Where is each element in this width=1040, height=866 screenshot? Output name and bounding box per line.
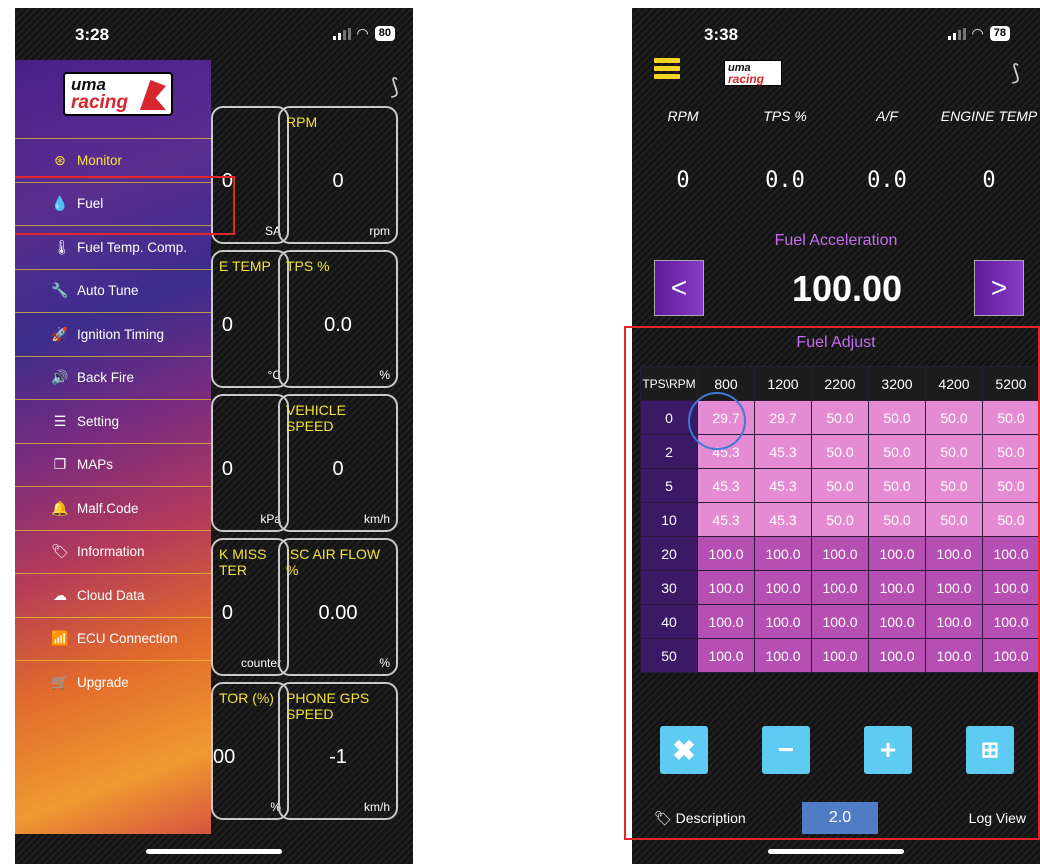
menu-item-auto-tune[interactable]: 🔧 Auto Tune bbox=[15, 268, 211, 313]
gauge-unit: rpm bbox=[369, 224, 390, 238]
readout-value-rpm: 0 bbox=[676, 168, 690, 193]
menu-item-maps[interactable]: ❐ MAPs bbox=[15, 442, 211, 487]
fuel-acceleration-title: Fuel Acceleration bbox=[774, 232, 898, 249]
gauge-value: 0 bbox=[221, 314, 233, 336]
readout-value-tps: 0.0 bbox=[765, 168, 805, 193]
gauge-title: K MISS TER bbox=[219, 546, 267, 578]
wifi-icon: 📶 bbox=[51, 630, 69, 647]
gauge-title: TPS % bbox=[286, 258, 330, 274]
gauge-value: 0.0 bbox=[324, 314, 352, 336]
menu-item-setting[interactable]: ☰ Setting bbox=[15, 399, 211, 443]
wrench-icon: 🔧 bbox=[51, 282, 69, 299]
cloud-download-icon: ☁ bbox=[53, 586, 67, 603]
menu-item-label: Fuel Temp. Comp. bbox=[77, 239, 188, 255]
gauge-title: PHONE GPS SPEED bbox=[286, 690, 370, 722]
gauge-tile[interactable]: VEHICLE SPEED 0 km/h bbox=[278, 394, 398, 532]
top-bar: uma racing ⟆ bbox=[632, 56, 1040, 100]
battery-indicator: 80 bbox=[374, 26, 395, 41]
gauge-unit: % bbox=[379, 368, 390, 382]
readout-label-af: A/F bbox=[876, 108, 898, 124]
tags-icon: 🏷 bbox=[51, 543, 69, 560]
gauge-title: TOR (%) bbox=[219, 690, 274, 706]
gauge-value: 0 bbox=[221, 458, 233, 480]
cart-icon: 🛒 bbox=[51, 673, 69, 690]
readout-labels: RPM TPS % A/F ENGINE TEMP bbox=[632, 108, 1040, 124]
status-bar: 3:28 ◠ 80 bbox=[15, 8, 413, 58]
menu-item-information[interactable]: 🏷 Information bbox=[15, 529, 211, 574]
speaker-icon: 🔊 bbox=[51, 369, 69, 386]
gauge-unit: km/h bbox=[363, 512, 390, 526]
rss-feed-icon[interactable]: ⟆ bbox=[390, 74, 399, 100]
menu-item-back-fire[interactable]: 🔊 Back Fire bbox=[15, 355, 211, 400]
gauge-title: E TEMP bbox=[219, 258, 271, 274]
menu-item-label: Auto Tune bbox=[77, 283, 139, 299]
menu-item-ignition-timing[interactable]: 🚀 Ignition Timing bbox=[15, 312, 211, 356]
copy-icon: ❐ bbox=[53, 456, 67, 473]
sliders-icon: ☰ bbox=[53, 412, 67, 429]
wifi-status-icon: ◠ bbox=[356, 25, 369, 41]
menu-list-icon[interactable] bbox=[654, 58, 680, 80]
readout-value-engine-temp: 0 bbox=[982, 168, 996, 193]
gauge-value: 0 bbox=[332, 458, 344, 480]
gauge-title: RPM bbox=[286, 114, 318, 130]
fuel-adjust-highlight-box bbox=[624, 326, 1040, 840]
gauge-title: ISC AIR FLOW % bbox=[286, 546, 381, 578]
menu-item-label: MAPs bbox=[77, 457, 114, 473]
gauge-tile[interactable]: RPM 0 rpm bbox=[278, 106, 398, 244]
cellular-signal-icon bbox=[332, 27, 351, 40]
uma-racing-logo: uma racing bbox=[724, 60, 782, 86]
uma-racing-logo: uma racing bbox=[63, 72, 173, 116]
left-phone-screen: 3:28 ◠ 80 ⟆ 0 SA RPM 0 rpm E TEMP 0 °C TPS % 0.0%… bbox=[15, 8, 413, 864]
gauge-unit: km/h bbox=[363, 800, 390, 814]
home-indicator[interactable] bbox=[146, 849, 282, 854]
wifi-status-icon: ◠ bbox=[971, 25, 984, 41]
fuel-acceleration-bar: < 100.00 > bbox=[654, 260, 1040, 318]
gauge-value: 0.00 bbox=[318, 602, 358, 624]
rocket-icon: 🚀 bbox=[51, 325, 69, 342]
readout-label-rpm: RPM bbox=[667, 108, 699, 124]
menu-item-label: Monitor bbox=[77, 152, 123, 168]
menu-item-cloud-data[interactable]: ☁ Cloud Data bbox=[15, 573, 211, 617]
gauge-tile[interactable]: TPS % 0.0% bbox=[278, 250, 398, 388]
rss-feed-icon[interactable]: ⟆ bbox=[1011, 60, 1020, 86]
next-button[interactable]: > bbox=[974, 260, 1024, 316]
gauge-unit: % bbox=[379, 656, 390, 670]
gauge-value: 0 bbox=[221, 602, 233, 624]
menu-item-upgrade[interactable]: 🛒 Upgrade bbox=[15, 660, 211, 704]
gauge-unit: counter bbox=[240, 656, 281, 670]
cellular-signal-icon bbox=[947, 27, 966, 40]
gauge-title: VEHICLE SPEED bbox=[286, 402, 346, 434]
home-indicator[interactable] bbox=[768, 849, 904, 854]
menu-item-label: Cloud Data bbox=[77, 587, 145, 603]
gauge-value: -1 bbox=[329, 746, 347, 768]
bell-icon: 🔔 bbox=[51, 499, 69, 516]
readout-label-tps: TPS % bbox=[763, 108, 807, 124]
readout-label-engine-temp: ENGINE TEMP bbox=[940, 108, 1038, 124]
menu-item-label: Back Fire bbox=[77, 370, 135, 386]
gauge-tile[interactable]: ISC AIR FLOW % 0.00% bbox=[278, 538, 398, 676]
menu-item-label: Setting bbox=[77, 413, 120, 429]
menu-item-label: Information bbox=[77, 544, 145, 560]
fuel-highlight-box bbox=[15, 176, 235, 235]
menu-item-label: Ignition Timing bbox=[77, 326, 165, 342]
steering-wheel-icon: ⊛ bbox=[54, 151, 66, 168]
menu-item-malf-code[interactable]: 🔔 Malf.Code bbox=[15, 486, 211, 530]
status-time: 3:28 bbox=[75, 25, 110, 44]
gauge-tile[interactable]: PHONE GPS SPEED -1 km/h bbox=[278, 682, 398, 820]
battery-indicator: 78 bbox=[989, 26, 1010, 41]
menu-item-label: Malf.Code bbox=[77, 500, 139, 516]
readout-values: 0 0.0 0.0 0 bbox=[632, 168, 1040, 193]
gauge-value: 00 bbox=[213, 746, 236, 768]
menu-item-ecu-connection[interactable]: 📶 ECU Connection bbox=[15, 616, 211, 661]
status-bar: 3:38 ◠ 78 bbox=[632, 8, 1040, 58]
readout-value-af: 0.0 bbox=[867, 168, 907, 193]
menu-item-label: ECU Connection bbox=[77, 631, 178, 647]
status-time: 3:38 bbox=[704, 25, 739, 44]
menu-item-monitor[interactable]: ⊛ Monitor bbox=[15, 138, 211, 182]
thermometer-icon: 🌡 bbox=[53, 238, 71, 255]
gauge-value: 0 bbox=[332, 170, 344, 192]
menu-item-label: Upgrade bbox=[77, 674, 129, 690]
